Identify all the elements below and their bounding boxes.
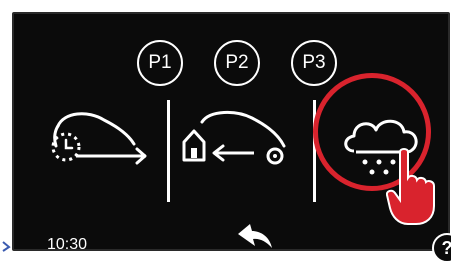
preset-p3-button[interactable]: P3 [291,40,337,86]
back-arrow-icon [238,224,272,248]
corner-marker-icon [2,241,11,252]
rain-sensor-icon [344,119,418,175]
back-button[interactable] [228,216,278,256]
preset-p1-button[interactable]: P1 [137,40,183,86]
help-button[interactable]: ? [432,233,451,263]
divider [167,100,170,202]
mower-display: P1 P2 P3 10:30 [12,12,451,263]
timed-departure-icon [51,112,147,165]
clock-time: 10:30 [47,236,88,253]
return-home-button[interactable] [174,100,306,202]
rain-sensor-button[interactable] [324,100,442,202]
return-home-icon [182,111,286,165]
preset-p2-button[interactable]: P2 [214,40,260,86]
timed-departure-button[interactable] [44,100,154,202]
divider [313,100,316,202]
